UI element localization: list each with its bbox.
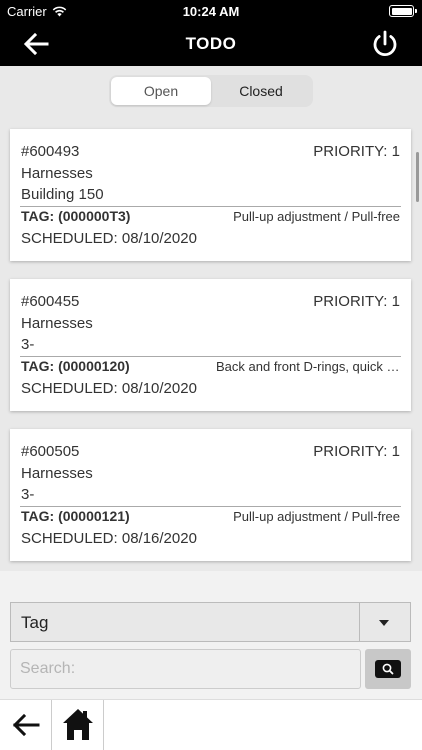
equipment-type: Harnesses (21, 465, 93, 482)
status-bar: Carrier 10:24 AM (0, 0, 422, 22)
caret-down-icon[interactable] (379, 620, 389, 626)
arrow-left-icon (12, 713, 40, 737)
equipment-type: Harnesses (21, 315, 93, 332)
priority-label: PRIORITY: 1 (313, 143, 400, 160)
search-input[interactable] (10, 649, 361, 689)
tab-closed[interactable]: Closed (211, 77, 311, 105)
home-icon (63, 709, 93, 740)
home-tab-button[interactable] (52, 700, 104, 750)
nav-bar: TODO (0, 22, 422, 66)
card-divider (20, 506, 401, 507)
filter-panel: Tag (0, 571, 422, 699)
work-order-card[interactable]: #600493 PRIORITY: 1 Harnesses Building 1… (10, 129, 411, 261)
location: 3- (21, 486, 35, 503)
priority-label: PRIORITY: 1 (313, 293, 400, 310)
scheduled-date: SCHEDULED: 08/16/2020 (21, 530, 197, 547)
search-button[interactable] (365, 649, 411, 689)
search-icon (375, 660, 401, 678)
filter-field-select[interactable]: Tag (10, 602, 411, 642)
filter-field-value: Tag (21, 613, 49, 632)
scheduled-date: SCHEDULED: 08/10/2020 (21, 380, 197, 397)
status-time: 10:24 AM (182, 4, 240, 19)
location: Building 150 (21, 186, 104, 203)
location: 3- (21, 336, 35, 353)
work-order-card[interactable]: #600455 PRIORITY: 1 Harnesses 3- TAG: (0… (10, 279, 411, 411)
power-icon[interactable] (370, 29, 400, 59)
list-scrollbar[interactable] (416, 152, 419, 202)
page-title: TODO (185, 34, 237, 53)
status-segmented-control: Open Closed (109, 75, 313, 107)
bottom-tab-bar (0, 699, 422, 750)
scheduled-date: SCHEDULED: 08/10/2020 (21, 230, 197, 247)
card-divider (20, 356, 401, 357)
back-tab-button[interactable] (0, 700, 52, 750)
equipment-type: Harnesses (21, 165, 93, 182)
card-divider (20, 206, 401, 207)
inspection-description: Pull-up adjustment / Pull-free (233, 509, 400, 524)
work-order-card[interactable]: #600505 PRIORITY: 1 Harnesses 3- TAG: (0… (10, 429, 411, 561)
priority-label: PRIORITY: 1 (313, 443, 400, 460)
tab-open[interactable]: Open (111, 77, 211, 105)
inspection-description: Pull-up adjustment / Pull-free (233, 209, 400, 224)
battery-icon (389, 5, 417, 17)
inspection-description: Back and front D-rings, quick c... (216, 359, 400, 374)
work-order-list[interactable]: #600493 PRIORITY: 1 Harnesses Building 1… (0, 120, 422, 571)
select-divider (359, 603, 360, 641)
